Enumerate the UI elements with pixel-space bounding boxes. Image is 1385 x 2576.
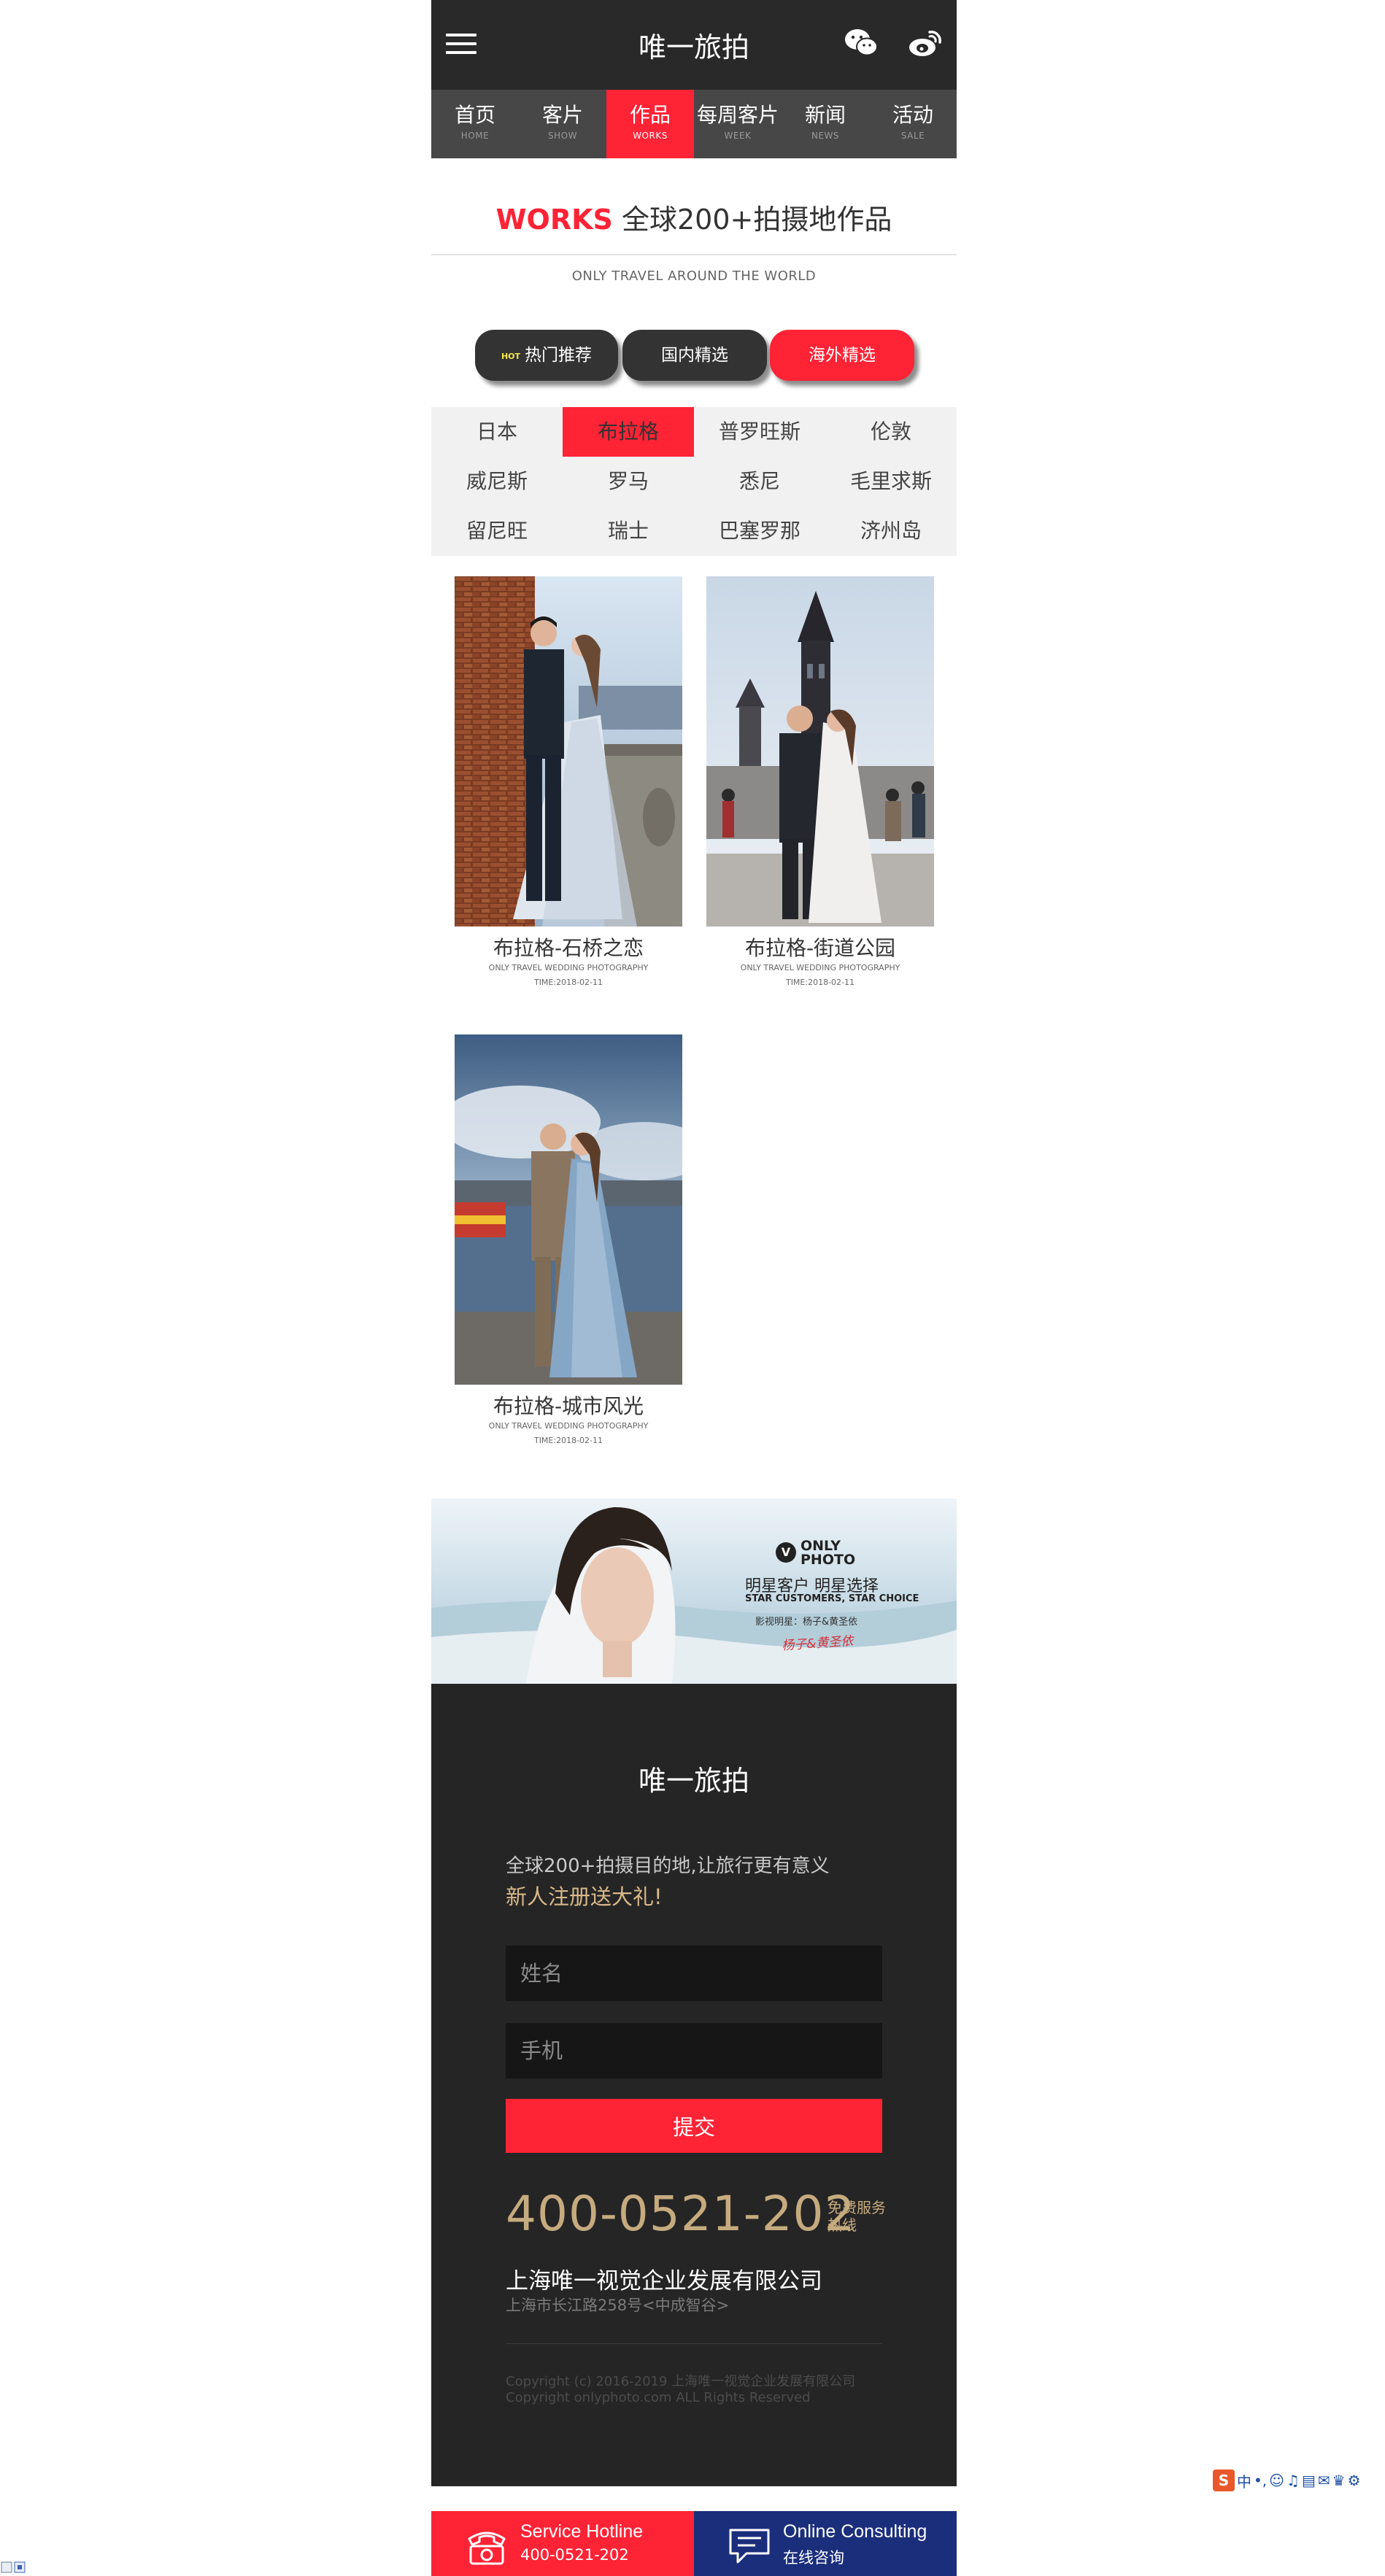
city-tab[interactable]: 日本 [431, 407, 563, 457]
nav-label-en: SHOW [548, 131, 577, 141]
work-photo[interactable] [706, 576, 934, 927]
banner-logo-icon: V [776, 1542, 796, 1563]
hotline-number[interactable]: 400-0521-202 [506, 2186, 856, 2242]
ime-tools-icon[interactable]: ✉ [1318, 2472, 1330, 2489]
work-subtitle: ONLY TRAVEL WEDDING PHOTOGRAPHY [740, 963, 900, 972]
filter-hot-button[interactable]: HOT 热门推荐 [475, 330, 618, 381]
service-hotline-button[interactable]: Service Hotline 400-0521-202 [431, 2511, 694, 2576]
nav-label-en: WEEK [724, 131, 752, 141]
work-time: TIME:2018-02-11 [533, 978, 603, 987]
ime-emoji-icon[interactable]: ☺ [1269, 2472, 1284, 2489]
nav-label: 客片 [541, 103, 583, 127]
city-tab[interactable]: 巴塞罗那 [694, 506, 825, 556]
city-filter-grid: 日本 布拉格 普罗旺斯 伦敦 威尼斯 罗马 悉尼 毛里求斯 留尼旺 瑞士 巴塞罗… [431, 407, 957, 556]
nav-label: 活动 [892, 103, 933, 127]
banner-headline-en: STAR CUSTOMERS, STAR CHOICE [745, 1593, 919, 1604]
section-title-accent: WORKS [495, 204, 613, 236]
ime-punct-icon[interactable]: •, [1254, 2472, 1267, 2489]
work-subtitle: ONLY TRAVEL WEDDING PHOTOGRAPHY [488, 963, 649, 972]
ime-logo-icon[interactable]: S [1213, 2469, 1235, 2491]
ime-settings-icon[interactable]: ⚙ [1348, 2472, 1361, 2489]
work-time: TIME:2018-02-11 [533, 1436, 603, 1445]
nav-label-en: HOME [460, 131, 490, 141]
ime-mic-icon[interactable]: ♫ [1286, 2472, 1300, 2489]
company-address: 上海市长江路258号<中成智谷> [506, 2297, 730, 2314]
footer-title: 唯一旅拍 [638, 1765, 749, 1797]
filter-label: 海外精选 [809, 346, 876, 365]
nav-label: 新闻 [804, 103, 846, 127]
filter-overseas-button[interactable]: 海外精选 [770, 330, 914, 381]
city-tab[interactable]: 悉尼 [694, 457, 825, 506]
nav-label-en: WORKS [633, 131, 668, 141]
phone-input[interactable] [506, 2023, 882, 2078]
ime-keyboard-icon[interactable]: ▤ [1302, 2472, 1316, 2489]
mobile-page: 唯一旅拍 首页 HOME 客片 SHOW 作品 WORKS 每周客片 WEEK 新闻 NE… [431, 0, 957, 2576]
ime-toolbar[interactable]: S 中 •, ☺ ♫ ▤ ✉ ♛ ⚙ [1213, 2467, 1361, 2494]
nav-label-en: SALE [900, 131, 925, 141]
celebrity-banner[interactable]: V ONLY PHOTO 明星客户 明星选择 STAR CUSTOMERS, S… [431, 1498, 957, 1684]
ime-mode-toggle[interactable]: 中 [1237, 2470, 1251, 2491]
work-title[interactable]: 布拉格-城市风光 [455, 1391, 682, 1420]
weibo-icon[interactable] [908, 28, 943, 58]
work-title[interactable]: 布拉格-街道公园 [706, 932, 934, 962]
phone-icon [468, 2531, 506, 2565]
city-tab[interactable]: 瑞士 [563, 506, 694, 556]
bottom-action-bar: Service Hotline 400-0521-202 Online Cons… [431, 2511, 957, 2576]
top-bar: 唯一旅拍 [431, 0, 957, 90]
nav-show[interactable]: 客片 SHOW [519, 90, 606, 158]
ime-skin-icon[interactable]: ♛ [1332, 2472, 1346, 2489]
filter-label: 国内精选 [661, 346, 728, 365]
city-tab[interactable]: 毛里求斯 [825, 457, 957, 506]
filter-label: 热门推荐 [525, 346, 593, 365]
work-subtitle: ONLY TRAVEL WEDDING PHOTOGRAPHY [488, 1421, 649, 1431]
city-tab[interactable]: 罗马 [563, 457, 694, 506]
footer-promo: 新人注册送大礼! [506, 1884, 663, 1909]
nav-sale[interactable]: 活动 SALE [869, 90, 957, 158]
work-title[interactable]: 布拉格-石桥之恋 [455, 932, 682, 962]
nav-label: 每周客片 [696, 103, 779, 127]
nav-news[interactable]: 新闻 NEWS [782, 90, 869, 158]
nav-week[interactable]: 每周客片 WEEK [694, 90, 782, 158]
work-photo[interactable] [455, 576, 682, 927]
nav-label: 作品 [629, 103, 671, 127]
copyright-line: Copyright onlyphoto.com ALL Rights Reser… [506, 2390, 811, 2405]
hot-badge: HOT [501, 352, 521, 361]
chat-icon [729, 2529, 770, 2564]
banner-logo-text: ONLY PHOTO [800, 1538, 856, 1568]
hotline-number-label: 400-0521-202 [520, 2546, 629, 2564]
city-tab[interactable]: 伦敦 [825, 407, 957, 457]
city-tab[interactable]: 济州岛 [825, 506, 957, 556]
footer-divider [506, 2343, 882, 2344]
work-photo[interactable] [455, 1034, 682, 1385]
nav-home[interactable]: 首页 HOME [431, 90, 519, 158]
hotline-label: 免费服务热线 [827, 2199, 886, 2234]
city-tab[interactable]: 留尼旺 [431, 506, 563, 556]
consult-zh-label: 在线咨询 [783, 2549, 844, 2567]
copyright-line: Copyright (c) 2016-2019 上海唯一视觉企业发展有限公司 [506, 2374, 856, 2389]
consult-en-label: Online Consulting [783, 2521, 927, 2542]
banner-caption: 影视明星：杨子&黄圣依 [755, 1617, 858, 1628]
section-divider [431, 254, 957, 255]
submit-button[interactable]: 提交 [506, 2099, 882, 2153]
wechat-icon[interactable] [844, 28, 879, 58]
main-nav: 首页 HOME 客片 SHOW 作品 WORKS 每周客片 WEEK 新闻 NEWS 活动… [431, 90, 957, 158]
nav-label: 首页 [454, 103, 495, 127]
section-title-text: 全球200+拍摄地作品 [612, 204, 892, 236]
city-tab[interactable]: 普罗旺斯 [694, 407, 825, 457]
company-name: 上海唯一视觉企业发展有限公司 [506, 2268, 822, 2294]
section-subtitle: ONLY TRAVEL AROUND THE WORLD [571, 268, 817, 284]
hotline-en-label: Service Hotline [520, 2521, 644, 2542]
filter-domestic-button[interactable]: 国内精选 [622, 330, 767, 381]
city-tab-active[interactable]: 布拉格 [563, 407, 694, 457]
footer-tagline: 全球200+拍摄目的地,让旅行更有意义 [506, 1855, 830, 1877]
name-input[interactable] [506, 1946, 882, 2001]
city-tab[interactable]: 威尼斯 [431, 457, 563, 506]
taskbar-corner-icon [1, 2561, 26, 2573]
online-consulting-button[interactable]: Online Consulting 在线咨询 [694, 2511, 957, 2576]
work-time: TIME:2018-02-11 [785, 978, 855, 987]
footer: 唯一旅拍 全球200+拍摄目的地,让旅行更有意义 新人注册送大礼! 提交 400… [431, 1684, 957, 2486]
section-title: WORKS 全球200+拍摄地作品 [431, 197, 957, 237]
nav-label-en: NEWS [811, 131, 840, 141]
nav-works[interactable]: 作品 WORKS [606, 90, 694, 158]
